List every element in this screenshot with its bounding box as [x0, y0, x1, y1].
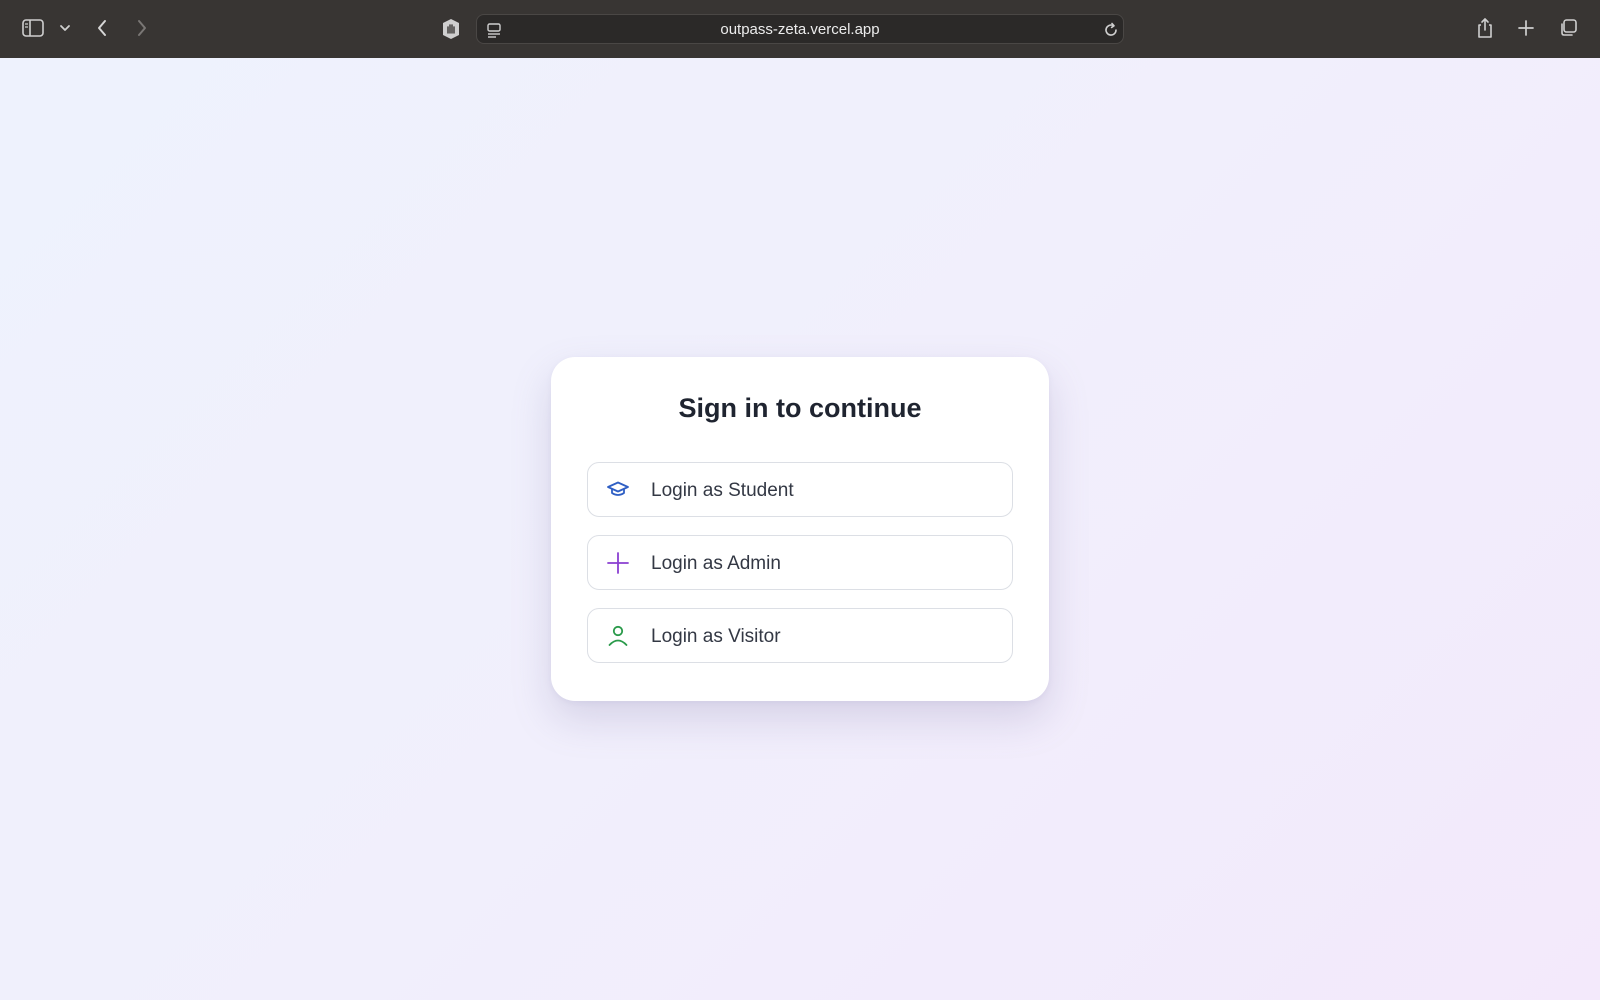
- login-admin-label: Login as Admin: [651, 553, 781, 574]
- user-icon: [606, 624, 630, 648]
- share-icon[interactable]: [1474, 16, 1496, 40]
- address-bar[interactable]: outpass-zeta.vercel.app: [476, 14, 1124, 44]
- sidebar-icon[interactable]: [20, 16, 46, 40]
- login-student-button[interactable]: Login as Student: [587, 462, 1013, 517]
- login-admin-button[interactable]: Login as Admin: [587, 535, 1013, 590]
- tabs-overview-icon[interactable]: [1557, 17, 1579, 39]
- signin-title: Sign in to continue: [678, 393, 922, 423]
- browser-toolbar: outpass-zeta.vercel.app: [0, 0, 1600, 58]
- login-student-label: Login as Student: [651, 480, 794, 501]
- chevron-down-icon[interactable]: [58, 21, 72, 35]
- reload-icon[interactable]: [1102, 21, 1120, 39]
- back-arrow-icon[interactable]: [92, 17, 112, 39]
- plus-icon[interactable]: [1516, 17, 1536, 39]
- forward-arrow-icon[interactable]: [132, 17, 152, 39]
- signin-card: Sign in to continue Login as Student Log…: [551, 357, 1049, 701]
- graduation-cap-icon: [606, 478, 630, 502]
- plus-icon: [606, 551, 630, 575]
- page-background: Sign in to continue Login as Student Log…: [0, 58, 1600, 1000]
- hand-shield-icon[interactable]: [439, 17, 463, 41]
- url-text: outpass-zeta.vercel.app: [720, 21, 880, 38]
- login-visitor-label: Login as Visitor: [651, 626, 781, 647]
- login-visitor-button[interactable]: Login as Visitor: [587, 608, 1013, 663]
